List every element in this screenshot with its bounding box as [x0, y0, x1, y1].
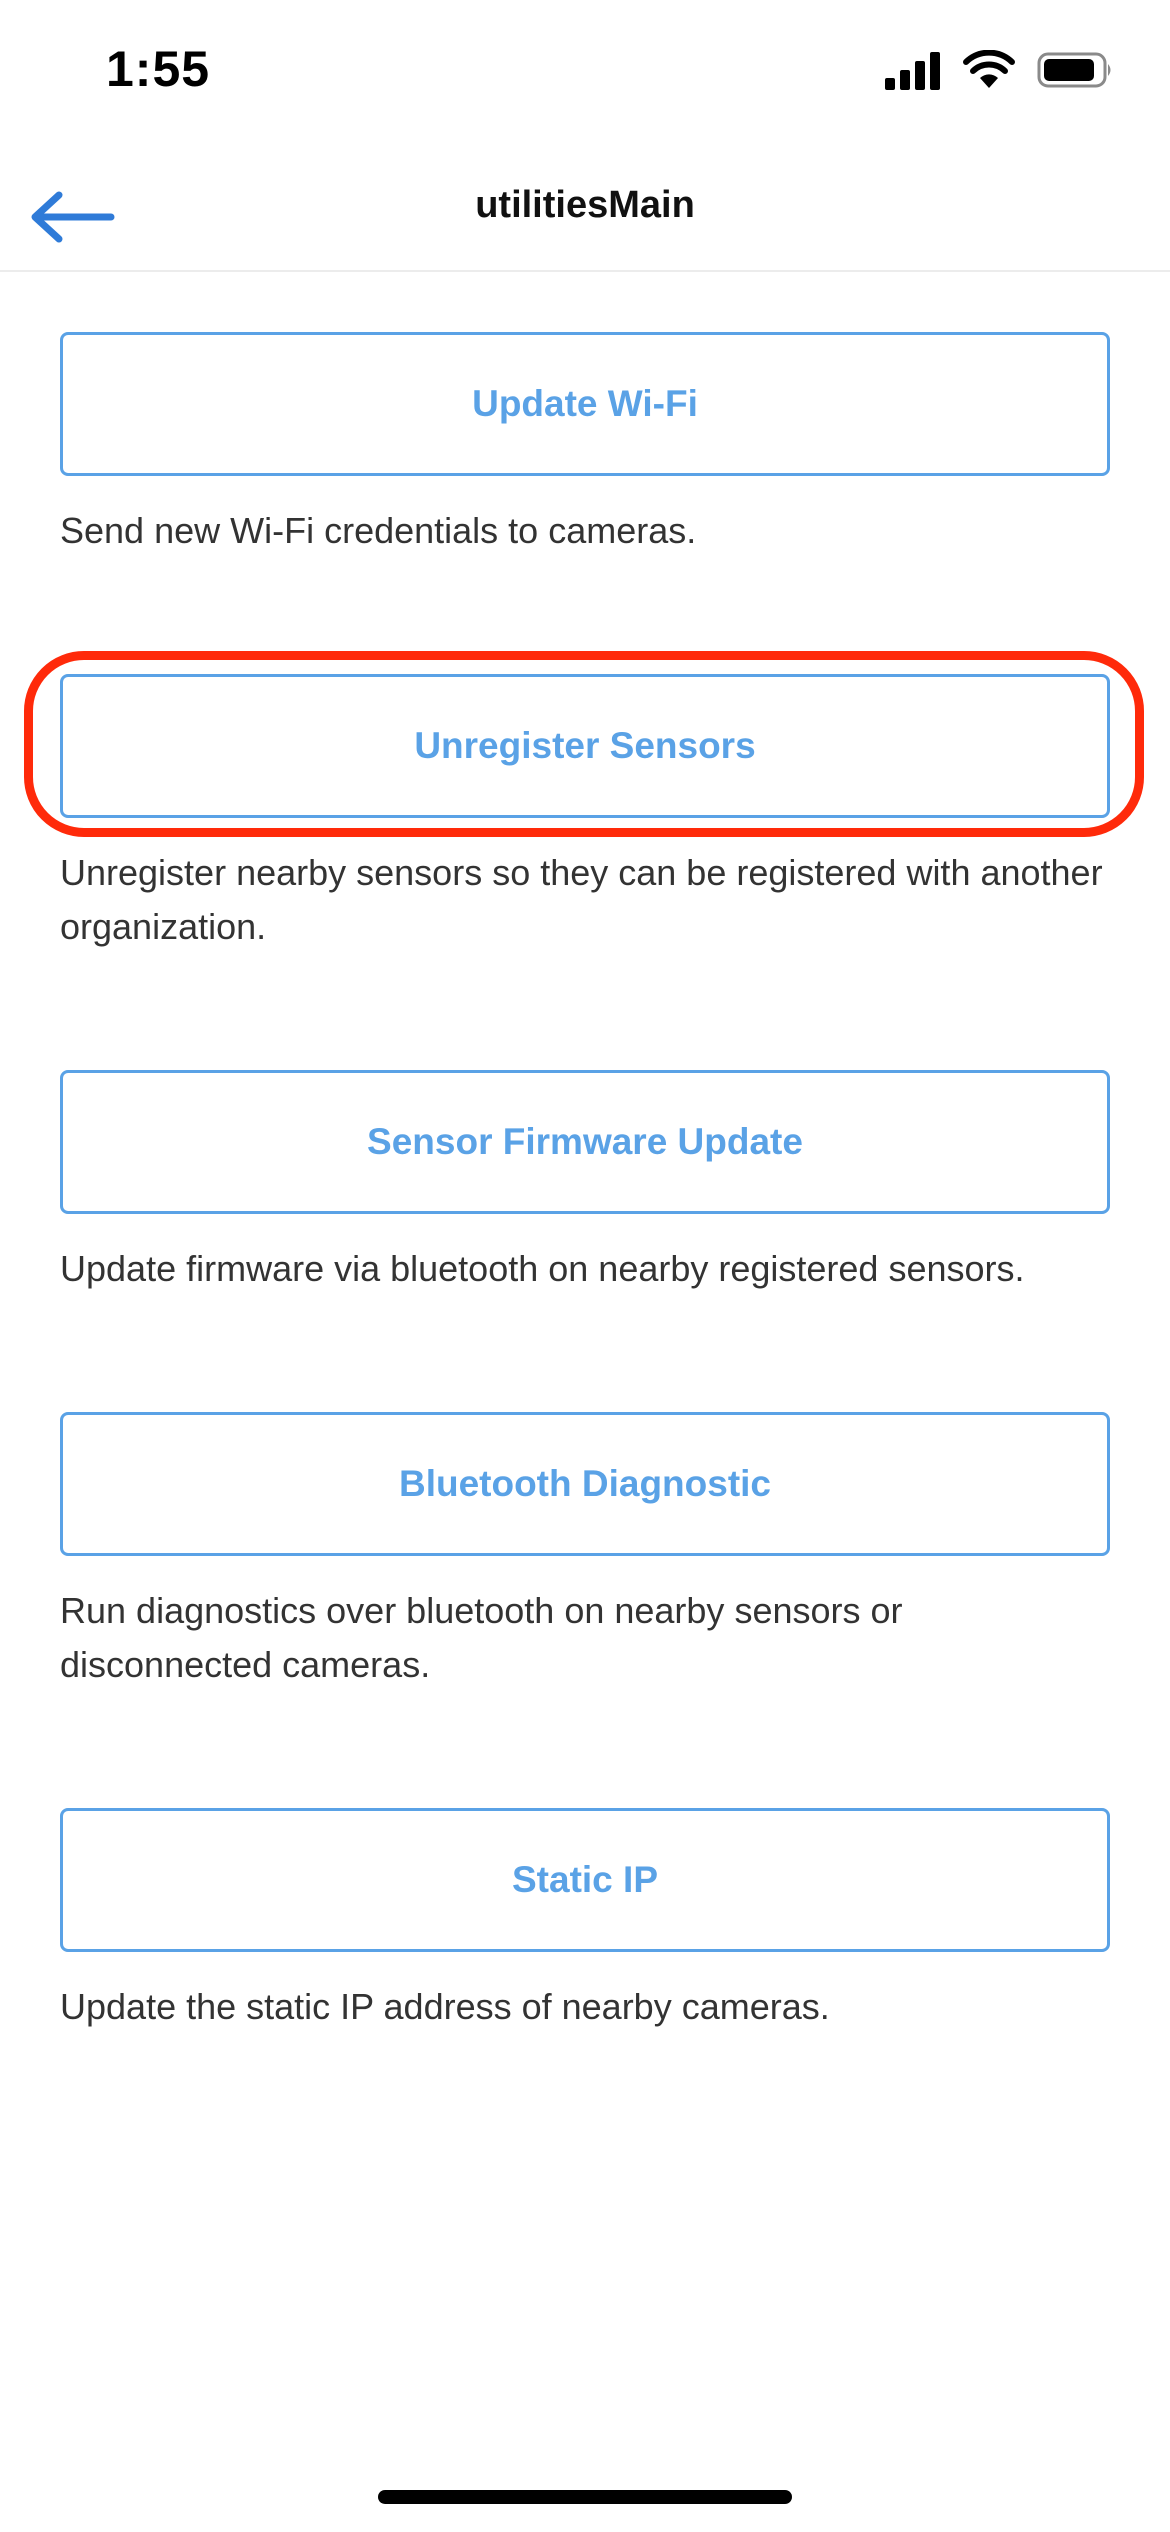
update-wifi-button[interactable]: Update Wi-Fi	[60, 332, 1110, 476]
status-icons	[885, 50, 1115, 90]
signal-icon	[885, 52, 940, 90]
static-ip-button[interactable]: Static IP	[60, 1808, 1110, 1952]
bluetooth-diagnostic-button[interactable]: Bluetooth Diagnostic	[60, 1412, 1110, 1556]
page-title: utilitiesMain	[475, 184, 695, 226]
utility-sensor-firmware-update: Sensor Firmware Update Update firmware v…	[60, 1070, 1110, 1296]
battery-icon	[1037, 52, 1111, 88]
bluetooth-diagnostic-description: Run diagnostics over bluetooth on nearby…	[60, 1590, 903, 1685]
wifi-icon	[963, 50, 1015, 88]
update-wifi-description: Send new Wi-Fi credentials to cameras.	[60, 510, 697, 551]
unregister-sensors-description: Unregister nearby sensors so they can be…	[60, 852, 1103, 947]
nav-header: utilitiesMain	[0, 150, 1170, 272]
home-indicator[interactable]	[378, 2490, 792, 2504]
status-time: 1:55	[106, 41, 211, 97]
static-ip-description: Update the static IP address of nearby c…	[60, 1986, 830, 2027]
unregister-sensors-button[interactable]: Unregister Sensors	[60, 674, 1110, 818]
utility-update-wifi: Update Wi-Fi Send new Wi-Fi credentials …	[60, 332, 1110, 558]
utility-bluetooth-diagnostic: Bluetooth Diagnostic Run diagnostics ove…	[60, 1412, 1110, 1692]
sensor-firmware-update-button[interactable]: Sensor Firmware Update	[60, 1070, 1110, 1214]
utility-static-ip: Static IP Update the static IP address o…	[60, 1808, 1110, 2034]
utility-unregister-sensors: Unregister Sensors Unregister nearby sen…	[60, 674, 1110, 954]
status-bar: 1:55	[0, 0, 1170, 150]
sensor-firmware-update-description: Update firmware via bluetooth on nearby …	[60, 1248, 1025, 1289]
